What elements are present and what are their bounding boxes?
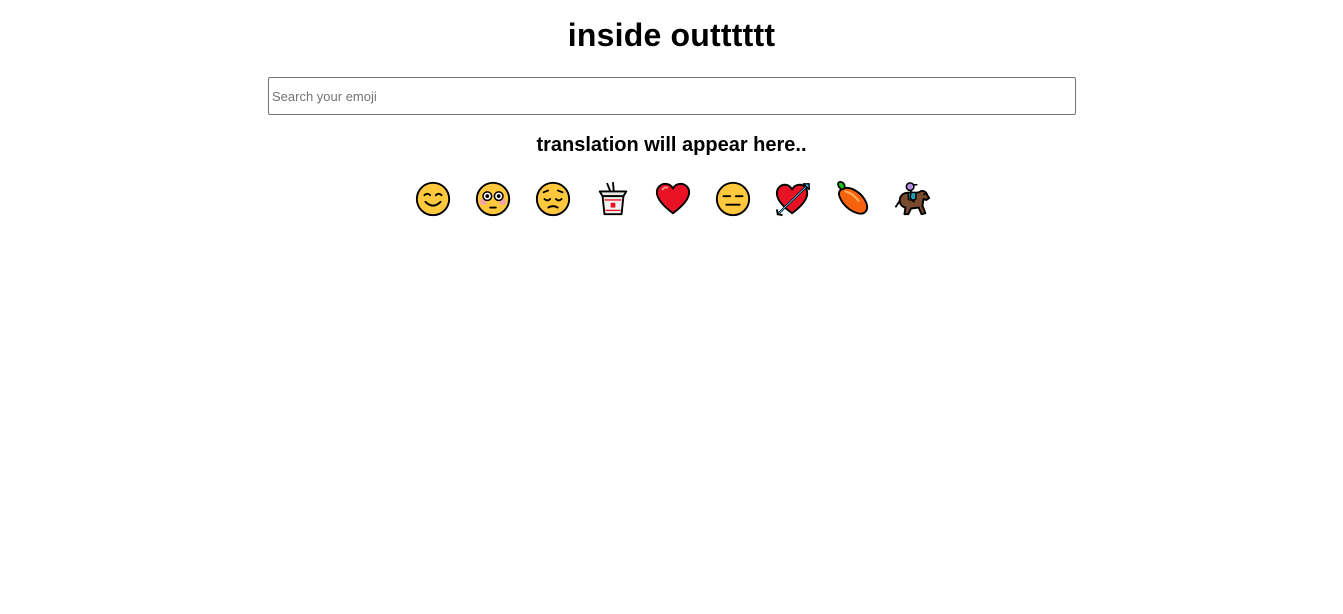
search-container: [0, 77, 1343, 115]
flushed-face-icon: [475, 181, 510, 217]
emoji-item-heart-with-arrow[interactable]: [773, 179, 813, 219]
emoji-item-smiling-face[interactable]: [413, 179, 453, 219]
app-root: inside outttttt translation will appear …: [0, 0, 1343, 614]
mango-icon: [836, 181, 868, 215]
emoji-item-mango[interactable]: [833, 179, 873, 219]
translation-output: translation will appear here..: [536, 134, 807, 156]
takeout-box-icon: [598, 181, 627, 216]
smiling-face-icon: [415, 181, 450, 217]
emoji-list: [0, 179, 1343, 219]
emoji-item-red-heart[interactable]: [653, 179, 693, 219]
page-title: inside outttttt: [567, 17, 776, 53]
heart-with-arrow-icon: [775, 183, 810, 217]
expressionless-face-icon: [715, 181, 750, 217]
emoji-item-expressionless-face[interactable]: [713, 179, 753, 219]
emoji-item-takeout-box[interactable]: [593, 179, 633, 219]
horse-racing-icon: [894, 182, 930, 216]
search-input[interactable]: [268, 77, 1076, 115]
emoji-item-horse-racing[interactable]: [893, 179, 933, 219]
pensive-face-icon: [535, 181, 570, 217]
red-heart-icon: [655, 182, 690, 215]
emoji-item-flushed-face[interactable]: [473, 179, 513, 219]
emoji-item-pensive-face[interactable]: [533, 179, 573, 219]
